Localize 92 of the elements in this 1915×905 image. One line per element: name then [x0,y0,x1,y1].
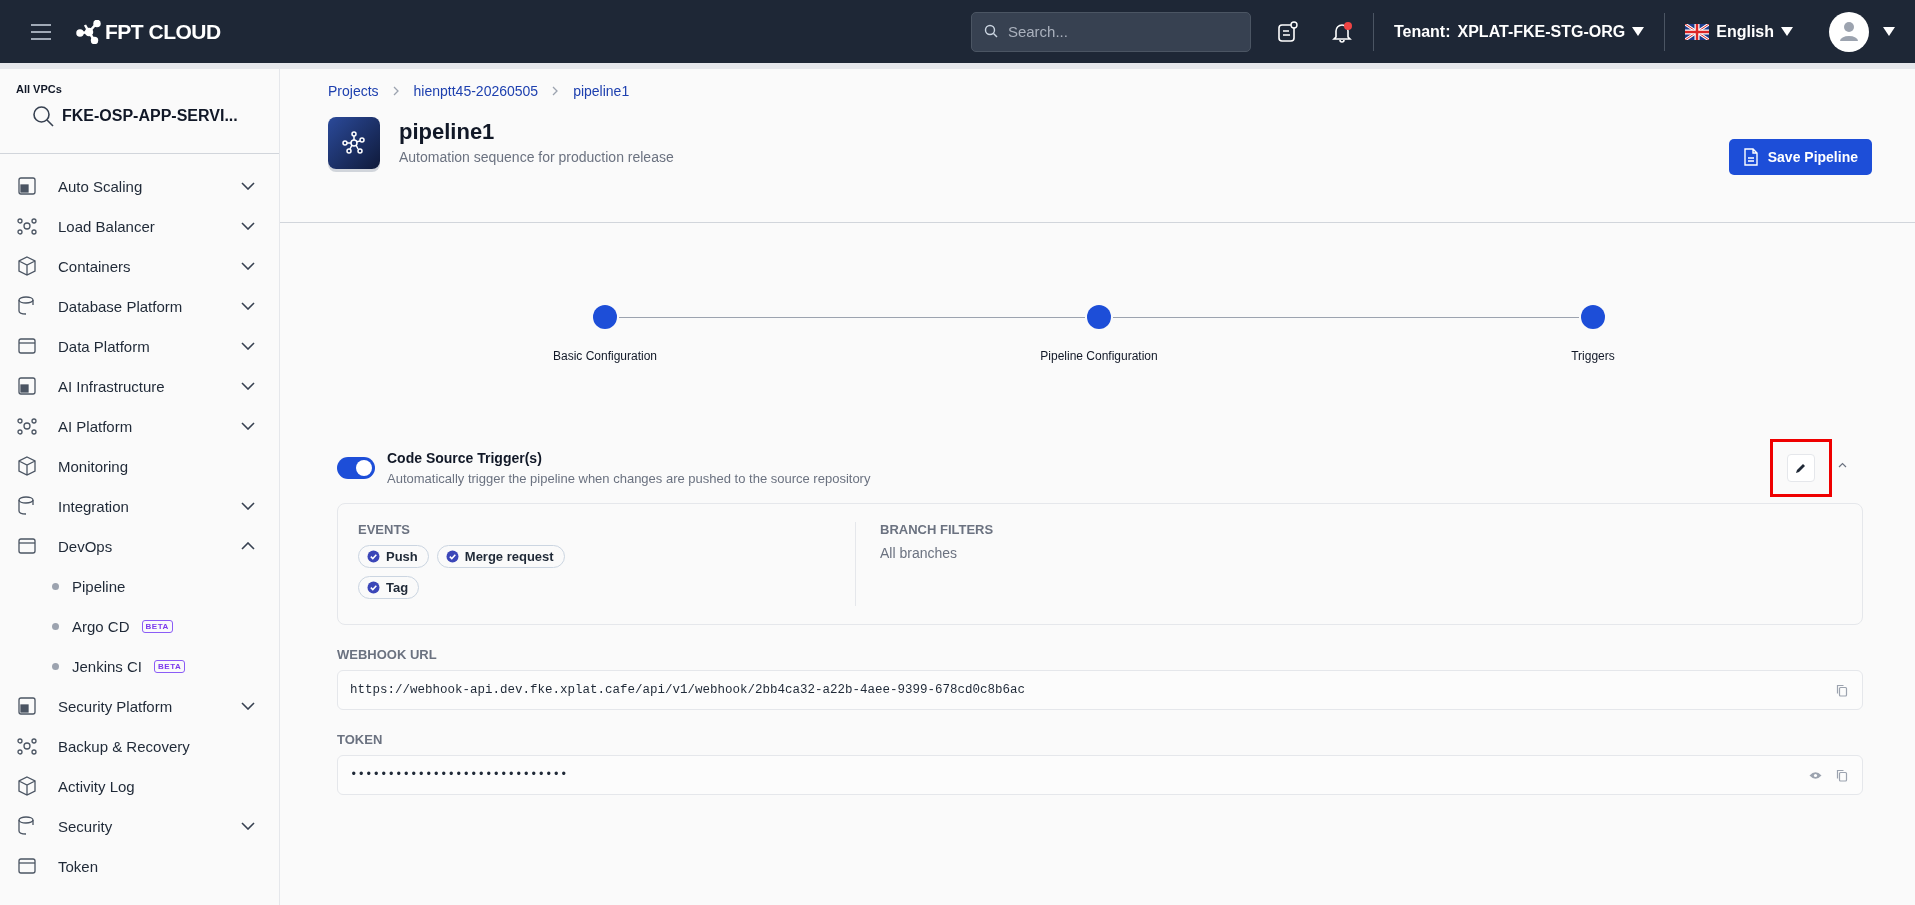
menu-item-icon [16,455,38,477]
sidebar-item[interactable]: DevOps [0,526,279,566]
brand-logo-text: FPT CLOUD [105,19,221,44]
edit-button[interactable] [1787,454,1815,482]
check-circle-icon [367,550,380,563]
notes-icon[interactable] [1276,20,1299,43]
branch-filter-value: All branches [880,545,959,561]
chevron-up-icon[interactable] [1838,462,1847,468]
breadcrumb-separator-icon [392,86,400,96]
check-circle-icon [367,581,380,594]
beta-badge: BETA [141,619,173,633]
sidebar-item[interactable]: Load Balancer [0,206,279,246]
notification-bell-icon[interactable] [1330,20,1353,43]
menu-item-icon [16,215,38,237]
breadcrumb-link[interactable]: pipeline1 [573,83,630,99]
chevron-down-icon[interactable] [241,182,255,190]
menu-item-icon [16,695,38,717]
uk-flag-icon [1685,23,1710,40]
tenant-dropdown[interactable]: Tenant: XPLAT-FKE-STG-ORG [1393,22,1645,41]
menu-item-icon [16,335,38,357]
menu-item-icon [16,775,38,797]
sidebar-item[interactable]: Token [0,846,279,886]
vpc-selector[interactable]: FKE-OSP-APP-SERVI... [16,101,263,131]
sidebar-subitem[interactable]: Pipeline [0,566,279,606]
step-label: Pipeline Configuration [1040,349,1158,363]
chevron-down-icon[interactable] [241,222,255,230]
vpc-label: All VPCs [16,83,63,95]
avatar-silhouette-icon [1829,11,1869,52]
search-icon [983,23,998,38]
chevron-down-icon[interactable] [241,702,255,710]
sidebar-item[interactable]: Monitoring [0,446,279,486]
chevron-down-icon[interactable] [241,822,255,830]
user-avatar-button[interactable] [1829,11,1895,52]
chevron-down-icon[interactable] [241,502,255,510]
bullet-icon [52,582,59,590]
breadcrumb-separator-icon [552,86,560,96]
menu-icon[interactable] [30,23,52,40]
caret-down-icon[interactable] [1632,27,1645,36]
save-pipeline-button[interactable]: Save Pipeline [1728,139,1872,175]
sidebar-subitem[interactable]: Argo CD BETA [0,606,279,646]
sidebar-item[interactable]: Integration [0,486,279,526]
chevron-down-icon[interactable] [241,422,255,430]
chevron-up-icon[interactable] [241,542,255,550]
trigger-description: Automatically trigger the pipeline when changes are pushed to the source repository [387,471,872,486]
bullet-icon [52,622,59,630]
network-nodes-icon [76,19,102,44]
pencil-icon [1795,462,1807,474]
webhook-url-field[interactable]: https://webhook-api.dev.fke.xplat.cafe/api/v1/webhook/2bb4ca32-a22b-4aee-9399-678cd0c8b6ac [337,670,1863,710]
menu-item-icon [16,735,38,757]
menu-item-icon [16,375,38,397]
webhook-url-label: WEBHOOK URL [337,647,438,662]
caret-down-icon[interactable] [1781,27,1793,36]
page-subtitle: Automation sequence for production release [399,149,675,165]
sidebar-item[interactable]: Auto Scaling [0,166,279,206]
pipeline-icon [328,117,380,169]
menu-item-icon [16,175,38,197]
sidebar-item[interactable]: Security [0,806,279,846]
token-label: TOKEN [337,732,384,747]
sidebar-item[interactable]: AI Platform [0,406,279,446]
chevron-down-icon[interactable] [241,382,255,390]
menu-item-icon [16,255,38,277]
sidebar-item[interactable]: Data Platform [0,326,279,366]
menu-item-icon [16,415,38,437]
breadcrumb-link[interactable]: Projects [328,83,379,99]
page-title: pipeline1 [399,119,496,145]
sidebar-item[interactable]: Containers [0,246,279,286]
search-icon [32,105,54,127]
sidebar-item[interactable]: Security Platform [0,686,279,726]
sidebar-subitem[interactable]: Jenkins CI BETA [0,646,279,686]
trigger-toggle[interactable] [337,457,375,479]
search-field[interactable]: Search... [970,11,1251,52]
sidebar-item[interactable]: Activity Log [0,766,279,806]
chevron-down-icon[interactable] [241,262,255,270]
trigger-title: Code Source Trigger(s) [387,450,543,466]
check-circle-icon [445,550,459,563]
chevron-down-icon[interactable] [241,302,255,310]
menu-item-icon [16,855,38,877]
language-dropdown[interactable]: English [1685,22,1793,41]
sidebar-item[interactable]: Backup & Recovery [0,726,279,766]
branch-filters-label: BRANCH FILTERS [880,522,994,537]
sidebar-item[interactable]: AI Infrastructure [0,366,279,406]
beta-badge: BETA [154,659,186,673]
sidebar-item[interactable]: Database Platform [0,286,279,326]
step-label: Basic Configuration [552,349,658,363]
caret-down-icon[interactable] [1883,27,1895,36]
bullet-icon [52,662,59,670]
step-label: Triggers [1571,349,1615,363]
events-label: EVENTS [358,522,411,537]
breadcrumb-link[interactable]: hienptt45-20260505 [413,83,539,99]
document-icon [1742,148,1759,166]
chevron-down-icon[interactable] [241,342,255,350]
menu-item-icon [16,535,38,557]
